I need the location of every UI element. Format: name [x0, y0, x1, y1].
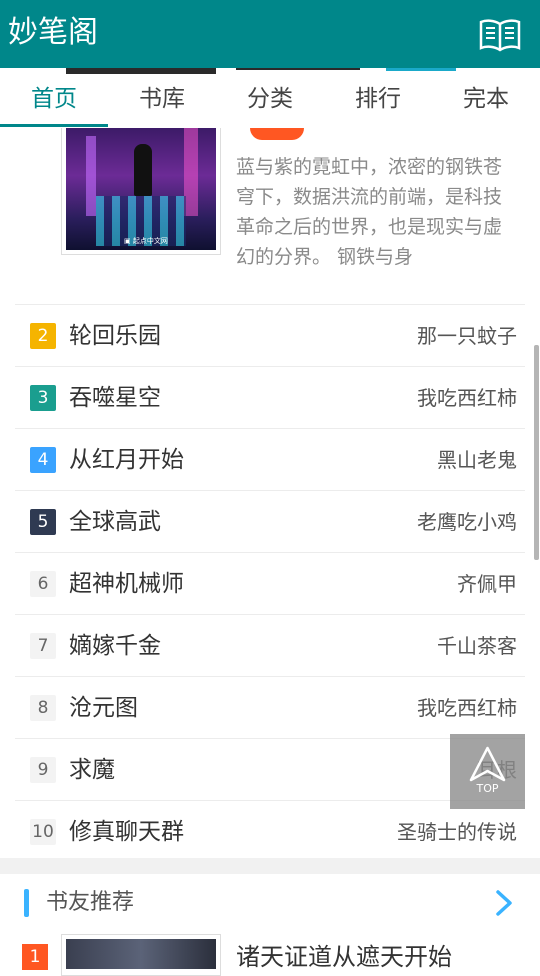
list-item[interactable]: 8 沧元图 我吃西红柿	[15, 676, 525, 738]
recommend-book-cover[interactable]	[66, 939, 216, 969]
book-title: 求魔	[69, 757, 115, 783]
book-title: 沧元图	[69, 695, 138, 721]
rank-badge: 6	[30, 571, 56, 597]
list-item[interactable]: 10 修真聊天群 圣骑士的传说	[15, 800, 525, 862]
list-item[interactable]: 7 嫡嫁千金 千山茶客	[15, 614, 525, 676]
featured-description[interactable]: 蓝与紫的霓虹中，浓密的钢铁苍穹下，数据洪流的前端，是科技革命之后的世界，也是现实…	[236, 152, 516, 272]
tab-home[interactable]: 首页	[0, 74, 108, 128]
book-title: 从红月开始	[69, 447, 184, 473]
back-to-top-button[interactable]: TOP	[450, 734, 525, 809]
rank-badge: 10	[30, 819, 56, 845]
book-author: 圣骑士的传说	[397, 820, 517, 844]
recommend-header: 书友推荐	[0, 874, 540, 934]
scrollbar[interactable]	[534, 345, 539, 560]
book-author: 千山茶客	[437, 634, 517, 658]
rank-badge: 5	[30, 509, 56, 535]
rank-badge: 3	[30, 385, 56, 411]
previous-tag-edge	[386, 68, 456, 71]
book-author: 我吃西红柿	[417, 386, 517, 410]
list-item[interactable]: 9 求魔 耳根	[15, 738, 525, 800]
book-title: 超神机械师	[69, 571, 184, 597]
recommend-book-title[interactable]: 诸天证道从遮天开始	[236, 940, 452, 974]
tab-categories[interactable]: 分类	[216, 74, 324, 128]
list-item[interactable]: 4 从红月开始 黑山老鬼	[15, 428, 525, 490]
book-title: 修真聊天群	[69, 819, 184, 845]
chevron-right-icon[interactable]	[492, 888, 516, 918]
list-item[interactable]: 2 轮回乐园 那一只蚊子	[15, 304, 525, 366]
tab-library[interactable]: 书库	[108, 74, 216, 128]
ranking-list: 2 轮回乐园 那一只蚊子 3 吞噬星空 我吃西红柿 4 从红月开始 黑山老鬼 5…	[15, 304, 525, 862]
section-accent-bar	[24, 889, 29, 917]
featured-book-cover[interactable]: ▣ 起点中文网	[66, 126, 216, 250]
rank-badge: 7	[30, 633, 56, 659]
back-to-top-label: TOP	[476, 782, 499, 795]
rank-badge: 4	[30, 447, 56, 473]
section-title: 书友推荐	[46, 890, 135, 915]
book-author: 那一只蚊子	[417, 324, 517, 348]
list-item[interactable]: 5 全球高武 老鹰吃小鸡	[15, 490, 525, 552]
rank-badge: 9	[30, 757, 56, 783]
book-title: 轮回乐园	[69, 323, 161, 349]
book-title: 全球高武	[69, 509, 161, 535]
rank-badge: 1	[22, 944, 48, 970]
arrow-up-icon	[469, 746, 506, 782]
book-author: 齐佩甲	[457, 572, 517, 596]
active-tab-indicator	[0, 124, 108, 127]
rank-badge: 8	[30, 695, 56, 721]
book-title: 嫡嫁千金	[69, 633, 161, 659]
section-divider	[0, 858, 540, 874]
tab-completed[interactable]: 完本	[432, 74, 540, 128]
app-header: 妙笔阁	[0, 0, 540, 68]
list-item[interactable]: 3 吞噬星空 我吃西红柿	[15, 366, 525, 428]
rank-badge: 2	[30, 323, 56, 349]
app-title: 妙笔阁	[8, 15, 98, 50]
list-item[interactable]: 6 超神机械师 齐佩甲	[15, 552, 525, 614]
book-title: 吞噬星空	[69, 385, 161, 411]
open-book-icon[interactable]	[478, 16, 522, 54]
previous-divider	[236, 68, 360, 70]
tab-ranking[interactable]: 排行	[324, 74, 432, 128]
book-author: 我吃西红柿	[417, 696, 517, 720]
book-author: 老鹰吃小鸡	[417, 510, 517, 534]
book-author: 黑山老鬼	[437, 448, 517, 472]
main-tabs: 首页 书库 分类 排行 完本	[0, 74, 540, 128]
